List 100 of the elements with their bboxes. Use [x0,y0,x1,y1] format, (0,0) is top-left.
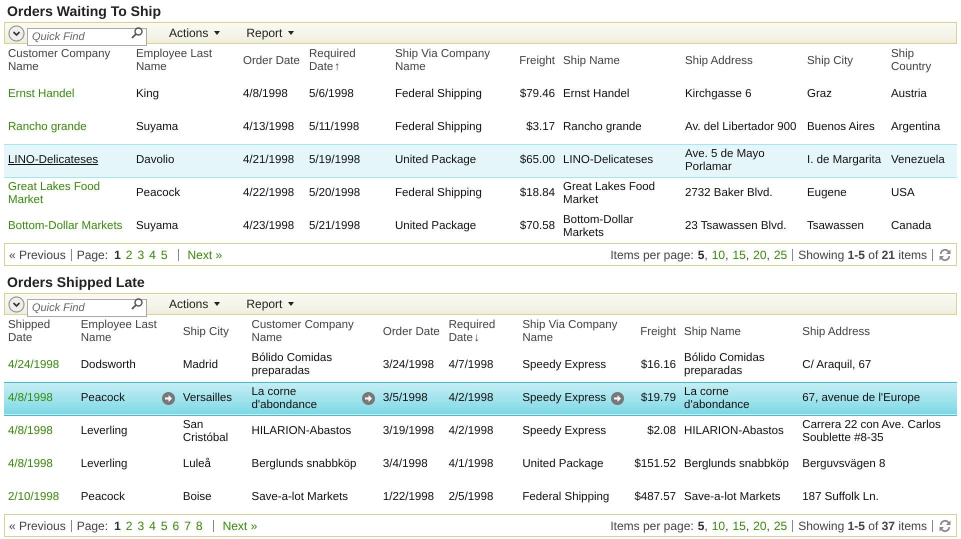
page-link[interactable]: 6 [172,516,180,534]
table-cell: Federal Shipping [522,491,610,504]
table-cell: USA [891,187,915,200]
page-link[interactable]: 3 [137,516,144,534]
refresh-icon[interactable] [938,518,952,534]
table-cell: Federal Shipping [395,88,482,101]
column-header[interactable]: Ship Country [891,48,953,74]
menu-button[interactable]: Actions [165,24,224,42]
link-cell[interactable]: 2/10/1998 [8,491,60,504]
grid-title: Orders Shipped Late [6,273,146,292]
menu-button[interactable]: Actions [165,295,224,313]
page-size-link[interactable]: 25 [774,516,788,534]
link-cell[interactable]: Bottom-Dollar Markets [8,220,122,233]
column-header[interactable]: Order Date [382,326,441,338]
page-size-link[interactable]: 5 [698,246,704,264]
link-cell[interactable]: LINO-Delicateses [8,154,98,167]
page-link[interactable]: 2 [126,516,132,534]
link-cell[interactable]: 4/8/1998 [8,425,53,438]
table-row[interactable]: Ernst Handel King 4/8/1998 5/6/1998 Federal Shipping $79.46 Ernst Handel Kirchgasse 6 Graz Austria [4,78,957,111]
search-icon[interactable] [131,27,143,39]
link-cell[interactable]: Great Lakes Food Market [8,180,128,207]
table-cell: Leverling [80,458,128,471]
table-cell: $151.52 [634,458,676,471]
table-cell: $19.79 [640,392,676,405]
page-link[interactable]: 4 [149,246,156,264]
menu-button[interactable]: Report [242,295,298,313]
page-link[interactable]: 5 [160,246,168,264]
column-header[interactable]: Ship Via Company Name [395,48,495,74]
page-link[interactable]: 8 [196,516,203,534]
page-size-link[interactable]: 15 [732,246,746,264]
quick-find-field[interactable]: Quick Find [27,299,147,317]
column-header[interactable]: Ship City [182,326,244,338]
table-cell: 5/20/1998 [309,187,360,200]
column-header[interactable]: Customer Company Name [252,319,375,345]
table-cell: Peacock [80,491,125,504]
table-cell: Leverling [80,425,128,438]
arrow-circle-icon[interactable] [362,392,375,405]
chevron-down-icon[interactable] [8,296,25,312]
quick-find-field[interactable]: Quick Find [27,28,147,46]
previous-link[interactable]: « Previous [9,516,66,534]
page-link[interactable]: 2 [126,246,132,264]
table-row[interactable]: 4/8/1998 Leverling San Cristóbal HILARION-Abastos 3/19/1998 4/2/1998 Speedy Express $2.08 HILARION-Abastos Carrera 22 con Ave. Carlos Soublette #8-35 [4,415,957,448]
next-link[interactable]: Next » [222,516,258,534]
column-header[interactable]: Freight [632,326,676,338]
link-cell[interactable]: 4/24/1998 [8,358,60,372]
search-icon[interactable] [131,298,143,310]
page-link[interactable]: 5 [160,516,168,534]
table-cell: Buenos Aires [807,120,875,134]
sort-arrow: ↓ [474,332,480,344]
table-cell: 4/7/1998 [448,358,494,372]
link-cell[interactable]: Rancho grande [8,120,87,134]
arrow-circle-icon[interactable] [610,392,624,405]
column-header[interactable]: Ship Name [563,54,677,68]
page-size-link[interactable]: 25 [774,246,788,264]
page-link[interactable]: 1 [114,516,121,534]
column-header[interactable]: Ship Address [802,326,953,338]
page-size-link[interactable]: 10 [712,246,726,264]
table-cell: 5/21/1998 [309,220,360,233]
table-cell: Federal Shipping [395,120,482,134]
column-header[interactable]: Employee Last Name [136,48,235,74]
table-cell: 67, avenue de l'Europe [802,392,920,405]
column-header[interactable]: Required Date↓ [448,319,514,345]
table-cell: Luleå [182,458,211,471]
column-header[interactable]: Freight [503,54,555,68]
column-header[interactable]: Customer Company Name [8,48,128,74]
page-link[interactable]: 4 [149,516,156,534]
page-size-link[interactable]: 5 [698,516,704,534]
column-header[interactable]: Ship City [807,54,883,68]
page-link[interactable]: 7 [184,516,191,534]
chevron-down-icon[interactable] [8,24,25,42]
table-cell: Canada [891,220,932,233]
column-header[interactable]: Ship Name [684,326,794,338]
column-header[interactable]: Employee Last Name [80,319,175,345]
table-cell: Argentina [891,120,940,134]
refresh-icon[interactable] [938,246,952,262]
next-link[interactable]: Next » [188,246,222,264]
page-size-link[interactable]: 20 [753,246,767,264]
page-link[interactable]: 3 [137,246,144,264]
link-cell[interactable]: 4/8/1998 [8,458,53,471]
page-link[interactable]: 1 [114,246,121,264]
menu-button[interactable]: Report [242,24,298,42]
table-row[interactable]: 2/10/1998 Peacock Boise Save-a-lot Markets 1/22/1998 2/5/1998 Federal Shipping $487.57 Save-a-lot Markets 187 Suffolk Ln. [4,481,957,514]
table-cell: Tsawassen [807,220,864,233]
link-cell[interactable]: Ernst Handel [8,88,74,101]
arrow-circle-icon[interactable] [162,392,175,405]
page-size-link[interactable]: 15 [732,516,746,534]
table-row[interactable]: 4/8/1998 Leverling Luleå Berglunds snabbköp 3/4/1998 4/1/1998 United Package $151.52 Berglunds snabbköp Berguvsvägen 8 [4,448,957,481]
table-cell: 5/6/1998 [309,88,354,101]
column-header[interactable]: Required Date↑ [309,48,387,74]
separator-comma: , [704,518,708,534]
table-cell: 187 Suffolk Ln. [802,491,879,504]
column-header[interactable]: Shipped Date [8,319,73,345]
table-row[interactable]: Rancho grande Suyama 4/13/1998 5/11/1998 Federal Shipping $3.17 Rancho grande Av. del Libertador 900 Buenos Aires Argentina [4,111,957,144]
column-header[interactable]: Ship Address [685,54,799,68]
page-size-link[interactable]: 20 [753,516,767,534]
column-header[interactable]: Ship Via Company Name [522,319,624,345]
previous-link[interactable]: « Previous [9,246,66,264]
column-header[interactable]: Order Date [243,54,301,68]
page-size-link[interactable]: 10 [712,516,726,534]
table-cell-text: La corne d'abondance [252,386,318,412]
